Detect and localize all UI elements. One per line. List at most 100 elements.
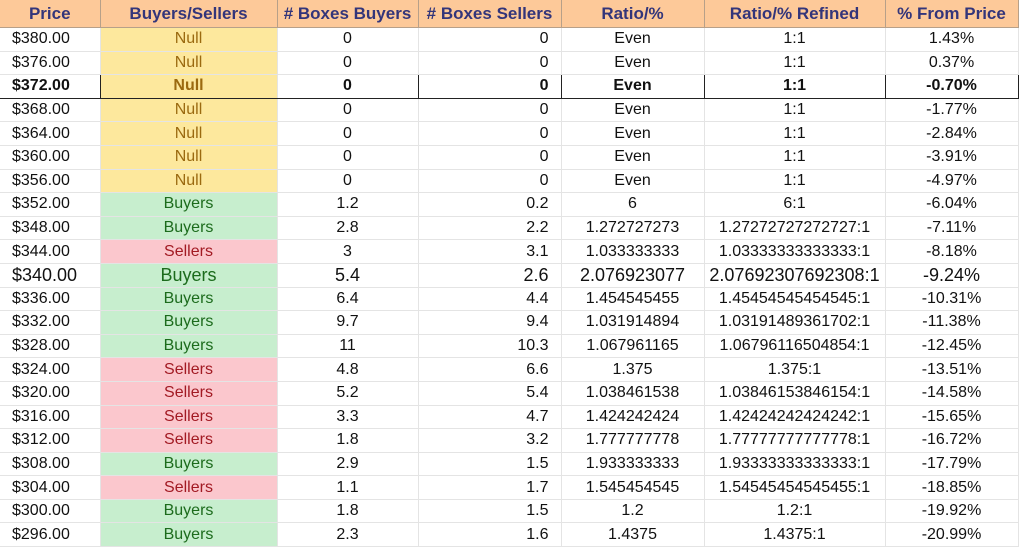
side-cell: Null xyxy=(100,27,278,52)
table-row: $356.00 Null 0 0 Even 1:1 -4.97% xyxy=(0,169,1019,194)
ratio-cell: Even xyxy=(561,98,705,123)
price-cell: $340.00 xyxy=(0,263,101,288)
table-row: $344.00 Sellers 3 3.1 1.033333333 1.033333333… xyxy=(0,239,1019,264)
side-cell: Null xyxy=(100,145,278,170)
boxes-sellers-cell: 0 xyxy=(418,74,562,99)
price-cell: $380.00 xyxy=(0,27,101,52)
ratio-refined-cell: 1.42424242424242:1 xyxy=(704,405,886,430)
table-row: $368.00 Null 0 0 Even 1:1 -1.77% xyxy=(0,98,1019,123)
ratio-cell: Even xyxy=(561,145,705,170)
ratio-refined-cell: 1:1 xyxy=(704,51,886,76)
side-cell: Sellers xyxy=(100,428,278,453)
side-cell: Null xyxy=(100,74,278,99)
price-cell: $372.00 xyxy=(0,74,101,99)
ratio-refined-cell: 6:1 xyxy=(704,192,886,217)
header-ratio-refined: Ratio/% Refined xyxy=(704,0,886,28)
boxes-buyers-cell: 0 xyxy=(277,51,419,76)
header-boxes-buyers: # Boxes Buyers xyxy=(277,0,419,28)
ratio-cell: Even xyxy=(561,74,705,99)
ratio-refined-cell: 1.03333333333333:1 xyxy=(704,239,886,264)
side-cell: Buyers xyxy=(100,287,278,312)
ratio-refined-cell: 1.77777777777778:1 xyxy=(704,428,886,453)
boxes-buyers-cell: 0 xyxy=(276,74,419,99)
boxes-buyers-cell: 2.9 xyxy=(277,452,419,477)
ratio-cell: 1.272727273 xyxy=(561,216,705,241)
side-cell: Buyers xyxy=(100,216,278,241)
pct-from-price-cell: -17.79% xyxy=(885,452,1019,477)
table-row: $336.00 Buyers 6.4 4.4 1.454545455 1.45454545… xyxy=(0,287,1019,312)
price-cell: $300.00 xyxy=(0,499,101,524)
boxes-sellers-cell: 0.2 xyxy=(418,192,562,217)
table-row: $324.00 Sellers 4.8 6.6 1.375 1.375:1 -13.51% xyxy=(0,357,1019,382)
pct-from-price-cell: -6.04% xyxy=(885,192,1019,217)
boxes-sellers-cell: 0 xyxy=(418,169,562,194)
side-cell: Null xyxy=(100,51,278,76)
pct-from-price-cell: -10.31% xyxy=(885,287,1019,312)
side-cell: Null xyxy=(100,169,278,194)
ratio-refined-cell: 1:1 xyxy=(704,98,886,123)
boxes-sellers-cell: 10.3 xyxy=(418,334,562,359)
boxes-sellers-cell: 1.6 xyxy=(418,522,562,548)
header-pct-from-price: % From Price xyxy=(885,0,1019,28)
pct-from-price-cell: -20.99% xyxy=(885,522,1019,548)
pct-from-price-cell: -18.85% xyxy=(885,475,1019,500)
boxes-buyers-cell: 4.8 xyxy=(277,357,419,382)
ratio-cell: Even xyxy=(561,169,705,194)
table-row: $316.00 Sellers 3.3 4.7 1.424242424 1.4242424… xyxy=(0,405,1019,430)
side-cell: Buyers xyxy=(100,192,278,217)
ratio-refined-cell: 1:1 xyxy=(704,74,886,99)
price-cell: $352.00 xyxy=(0,192,101,217)
ratio-cell: 1.545454545 xyxy=(561,475,705,500)
boxes-buyers-cell: 1.8 xyxy=(277,499,419,524)
boxes-sellers-cell: 6.6 xyxy=(418,357,562,382)
boxes-buyers-cell: 0 xyxy=(277,27,419,52)
ratio-refined-cell: 1.45454545454545:1 xyxy=(704,287,886,312)
boxes-sellers-cell: 3.1 xyxy=(418,239,562,264)
side-cell: Buyers xyxy=(100,310,278,335)
pct-from-price-cell: -0.70% xyxy=(885,74,1019,99)
ratio-cell: 1.033333333 xyxy=(561,239,705,264)
header-price: Price xyxy=(0,0,101,28)
ratio-cell: Even xyxy=(561,51,705,76)
side-cell: Buyers xyxy=(100,334,278,359)
ratio-refined-cell: 1:1 xyxy=(704,169,886,194)
ratio-refined-cell: 1:1 xyxy=(704,145,886,170)
pct-from-price-cell: -15.65% xyxy=(885,405,1019,430)
pct-from-price-cell: -1.77% xyxy=(885,98,1019,123)
side-cell: Buyers xyxy=(100,452,278,477)
boxes-sellers-cell: 5.4 xyxy=(418,381,562,406)
pct-from-price-cell: -7.11% xyxy=(885,216,1019,241)
table-row: $380.00 Null 0 0 Even 1:1 1.43% xyxy=(0,27,1019,52)
pct-from-price-cell: -14.58% xyxy=(885,381,1019,406)
table-row-current-price: $372.00 Null 0 0 Even 1:1 -0.70% xyxy=(0,74,1019,99)
header-boxes-sellers: # Boxes Sellers xyxy=(418,0,562,28)
price-cell: $368.00 xyxy=(0,98,101,123)
pct-from-price-cell: -19.92% xyxy=(885,499,1019,524)
ratio-cell: 2.076923077 xyxy=(561,263,705,288)
ratio-refined-cell: 1.27272727272727:1 xyxy=(704,216,886,241)
price-cell: $356.00 xyxy=(0,169,101,194)
ratio-refined-cell: 1.2:1 xyxy=(704,499,886,524)
boxes-sellers-cell: 2.6 xyxy=(418,263,562,288)
boxes-sellers-cell: 1.5 xyxy=(418,452,562,477)
boxes-buyers-cell: 0 xyxy=(277,98,419,123)
price-cell: $316.00 xyxy=(0,405,101,430)
boxes-buyers-cell: 0 xyxy=(277,169,419,194)
price-cell: $364.00 xyxy=(0,121,101,146)
price-cell: $348.00 xyxy=(0,216,101,241)
boxes-buyers-cell: 6.4 xyxy=(277,287,419,312)
ratio-cell: Even xyxy=(561,121,705,146)
side-cell: Sellers xyxy=(100,357,278,382)
boxes-sellers-cell: 0 xyxy=(418,98,562,123)
table-row: $376.00 Null 0 0 Even 1:1 0.37% xyxy=(0,51,1019,76)
table-row: $348.00 Buyers 2.8 2.2 1.272727273 1.27272727… xyxy=(0,216,1019,241)
header-ratio: Ratio/% xyxy=(561,0,705,28)
ratio-refined-cell: 1.03846153846154:1 xyxy=(704,381,886,406)
boxes-buyers-cell: 2.3 xyxy=(277,522,419,548)
price-cell: $296.00 xyxy=(0,522,101,548)
boxes-buyers-cell: 0 xyxy=(277,121,419,146)
side-cell: Buyers xyxy=(100,522,278,548)
pct-from-price-cell: -12.45% xyxy=(885,334,1019,359)
price-cell: $312.00 xyxy=(0,428,101,453)
side-cell: Sellers xyxy=(100,405,278,430)
